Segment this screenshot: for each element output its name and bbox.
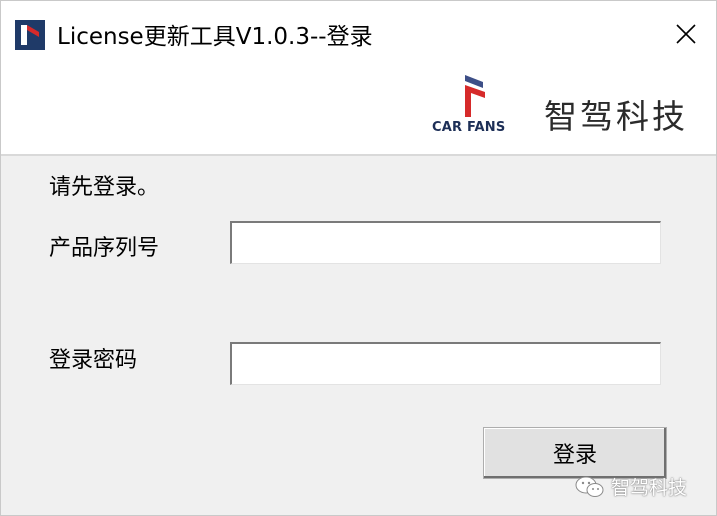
wechat-icon bbox=[575, 476, 604, 497]
login-button[interactable]: 登录 bbox=[483, 427, 667, 479]
watermark-text: 智驾科技 bbox=[611, 477, 688, 499]
serial-number-label: 产品序列号 bbox=[49, 236, 160, 261]
close-icon bbox=[676, 24, 696, 44]
login-form: 请先登录。 产品序列号 登录密码 登录 智驾科技 bbox=[1, 156, 716, 515]
password-label: 登录密码 bbox=[49, 348, 138, 373]
license-login-window: License更新工具V1.0.3--登录 CAR FANS 智驾科技 请先登录… bbox=[0, 0, 717, 516]
app-logo-icon bbox=[15, 20, 45, 50]
watermark: 智驾科技 bbox=[575, 473, 687, 500]
brand-header: CAR FANS 智驾科技 bbox=[1, 67, 716, 156]
login-prompt: 请先登录。 bbox=[49, 175, 160, 200]
car-fans-logo-icon bbox=[456, 73, 490, 119]
logo-caption: CAR FANS bbox=[432, 120, 506, 135]
title-bar[interactable]: License更新工具V1.0.3--登录 bbox=[1, 1, 716, 67]
password-input[interactable] bbox=[230, 342, 661, 385]
brand-name: 智驾科技 bbox=[544, 97, 688, 136]
window-title: License更新工具V1.0.3--登录 bbox=[57, 24, 373, 50]
close-button[interactable] bbox=[656, 1, 716, 67]
serial-number-input[interactable] bbox=[230, 221, 661, 264]
